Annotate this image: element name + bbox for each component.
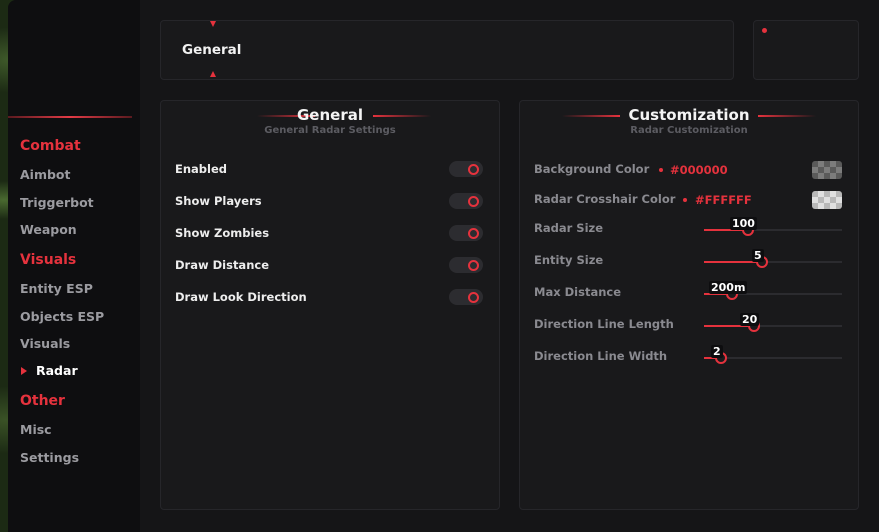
- general-card-header: General General Radar Settings: [161, 101, 499, 141]
- header-line-right: [373, 115, 431, 117]
- radar-size-slider[interactable]: 100: [704, 217, 842, 236]
- entity-size-label: Entity Size: [534, 253, 604, 267]
- status-dot-icon: [762, 28, 767, 33]
- status-box: [753, 20, 859, 80]
- radar-size-label: Radar Size: [534, 221, 603, 235]
- tab-prev-arrow-icon[interactable]: [210, 21, 216, 27]
- customization-card-subtitle: Radar Customization: [630, 125, 748, 136]
- background-color-swatch[interactable]: [812, 161, 842, 179]
- sidebar-item-entity-esp[interactable]: Entity ESP: [20, 281, 93, 296]
- sidebar-item-aimbot[interactable]: Aimbot: [20, 167, 71, 182]
- toggle-knob: [468, 260, 479, 271]
- sidebar-item-settings[interactable]: Settings: [20, 450, 79, 465]
- sidebar-item-radar[interactable]: Radar: [36, 363, 78, 378]
- general-card-subtitle: General Radar Settings: [264, 125, 396, 136]
- draw-look-direction-label: Draw Look Direction: [175, 290, 307, 304]
- background-color-label: Background Color: [534, 162, 650, 176]
- direction-line-width-value: 2: [711, 345, 723, 358]
- max-distance-label: Max Distance: [534, 285, 622, 299]
- sidebar-item-objects-esp[interactable]: Objects ESP: [20, 309, 104, 324]
- tab-general[interactable]: General: [182, 42, 241, 58]
- general-settings-card: General General Radar Settings Enabled S…: [160, 100, 500, 510]
- show-players-label: Show Players: [175, 194, 262, 208]
- customization-card: Customization Radar Customization Backgr…: [519, 100, 859, 510]
- max-distance-value: 200m: [709, 281, 748, 294]
- sidebar-item-weapon[interactable]: Weapon: [20, 222, 77, 237]
- radar-size-value: 100: [730, 217, 757, 230]
- draw-distance-label: Draw Distance: [175, 258, 269, 272]
- sidebar-category-combat: Combat: [20, 138, 81, 154]
- draw-look-direction-toggle[interactable]: [449, 289, 483, 305]
- entity-size-value: 5: [752, 249, 764, 262]
- sidebar-category-other: Other: [20, 393, 65, 409]
- background-color-hex: #000000: [670, 163, 728, 177]
- sidebar: Combat Aimbot Triggerbot Weapon Visuals …: [8, 0, 140, 532]
- crosshair-color-swatch[interactable]: [812, 191, 842, 209]
- enabled-toggle[interactable]: [449, 161, 483, 177]
- sidebar-category-visuals: Visuals: [20, 252, 77, 268]
- direction-line-length-slider[interactable]: 20: [704, 313, 842, 332]
- enabled-label: Enabled: [175, 162, 228, 176]
- header-line-right: [758, 115, 816, 117]
- toggle-knob: [468, 164, 479, 175]
- tab-next-arrow-icon[interactable]: [210, 71, 216, 77]
- active-arrow-icon: [21, 367, 27, 375]
- customization-card-header: Customization Radar Customization: [520, 101, 858, 141]
- sidebar-item-triggerbot[interactable]: Triggerbot: [20, 195, 94, 210]
- toggle-knob: [468, 228, 479, 239]
- draw-distance-toggle[interactable]: [449, 257, 483, 273]
- crosshair-color-label: Radar Crosshair Color: [534, 192, 676, 206]
- entity-size-slider[interactable]: 5: [704, 249, 842, 268]
- sidebar-item-visuals[interactable]: Visuals: [20, 336, 70, 351]
- direction-line-width-slider[interactable]: 2: [704, 345, 842, 364]
- sidebar-item-misc[interactable]: Misc: [20, 422, 52, 437]
- sidebar-divider: [8, 116, 132, 118]
- general-card-title: General: [297, 106, 363, 124]
- direction-line-length-label: Direction Line Length: [534, 317, 674, 331]
- toggle-knob: [468, 292, 479, 303]
- max-distance-slider[interactable]: 200m: [704, 281, 842, 300]
- show-zombies-toggle[interactable]: [449, 225, 483, 241]
- color-dot-icon: [683, 198, 687, 202]
- direction-line-width-label: Direction Line Width: [534, 349, 668, 363]
- toggle-knob: [468, 196, 479, 207]
- crosshair-color-hex: #FFFFFF: [695, 193, 752, 207]
- direction-line-length-value: 20: [740, 313, 760, 326]
- color-dot-icon: [659, 168, 663, 172]
- show-players-toggle[interactable]: [449, 193, 483, 209]
- tab-selector: General: [160, 20, 734, 80]
- show-zombies-label: Show Zombies: [175, 226, 270, 240]
